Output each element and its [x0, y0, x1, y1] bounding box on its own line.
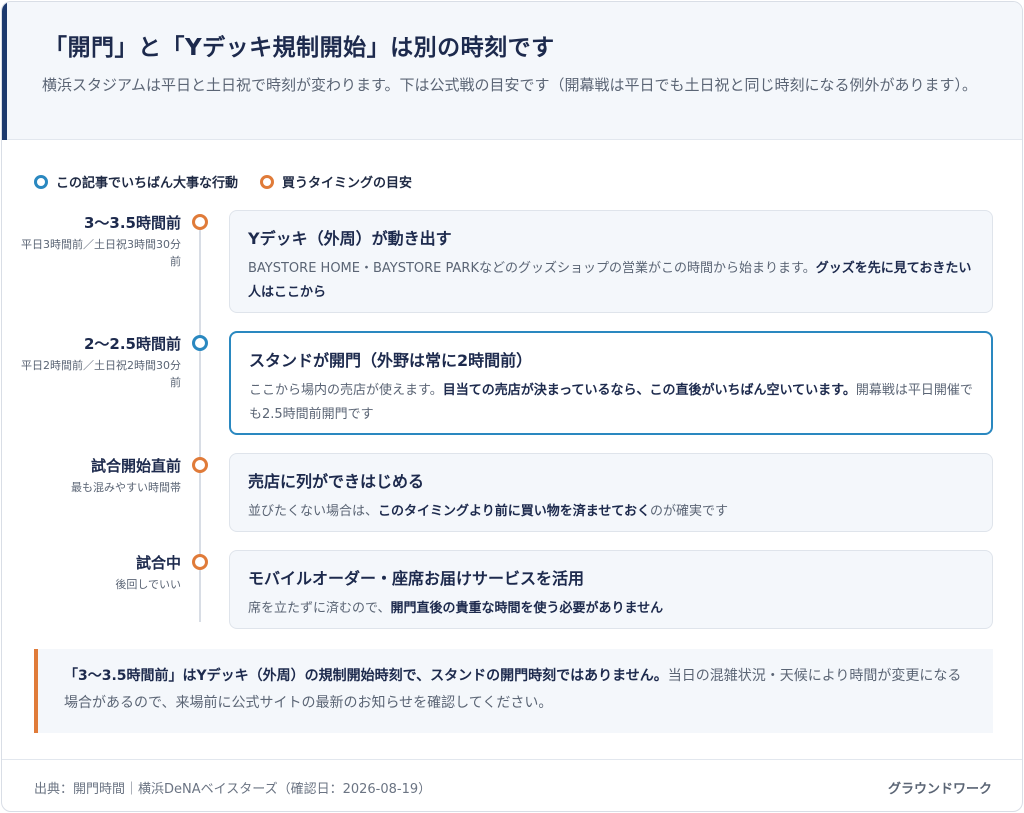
note-bold: 「3〜3.5時間前」はYデッキ（外周）の規制開始時刻で、スタンドの開門時刻ではあ… — [64, 668, 668, 684]
box-text: 席を立たずに済むので、開門直後の貴重な時間を使う必要がありません — [248, 597, 974, 621]
box-text-bold: 開門直後の貴重な時間を使う必要がありません — [390, 601, 664, 616]
time-sub: 平日2時間前／土日祝2時間30分前 — [21, 359, 181, 389]
time-label: 試合中 後回しでいい — [21, 552, 181, 593]
time-main: 3〜3.5時間前 — [83, 214, 181, 232]
box-text-bold: このタイミングより前に買い物を済ませておく — [378, 504, 650, 519]
time-sub: 後回しでいい — [115, 578, 181, 591]
time-main: 試合中 — [135, 554, 181, 572]
legend-label: この記事でいちばん大事な行動 — [56, 176, 239, 191]
legend: この記事でいちばん大事な行動 買うタイミングの目安 — [34, 172, 412, 191]
box-title: スタンドが開門（外野は常に2時間前） — [249, 351, 533, 370]
box-text: 並びたくない場合は、このタイミングより前に買い物を済ませておくのが確実です — [248, 500, 974, 524]
blue-circle-icon — [34, 174, 48, 189]
timeline-box: Yデッキ（外周）が動き出す BAYSTORE HOME・BAYSTORE PAR… — [229, 210, 993, 313]
page-subtitle: 横浜スタジアムは平日と土日祝で時刻が変わります。下は公式戦の目安です（開幕戦は平… — [42, 76, 977, 94]
time-sub: 平日3時間前／土日祝3時間30分前 — [21, 238, 181, 268]
box-text-bold: 目当ての売店が決まっているなら、この直後がいちばん空いています。 — [442, 383, 856, 398]
note-callout: 「3〜3.5時間前」はYデッキ（外周）の規制開始時刻で、スタンドの開門時刻ではあ… — [34, 649, 993, 733]
box-text: ここから場内の売店が使えます。目当ての売店が決まっているなら、この直後がいちばん… — [249, 379, 973, 427]
orange-timeline-node-icon — [192, 457, 208, 473]
box-text: BAYSTORE HOME・BAYSTORE PARKなどのグッズショップの営業… — [248, 257, 974, 305]
blue-timeline-node-icon — [192, 335, 208, 351]
header: 「開門」と「Yデッキ規制開始」は別の時刻です 横浜スタジアムは平日と土日祝で時刻… — [2, 2, 1022, 140]
time-label: 3〜3.5時間前 平日3時間前／土日祝3時間30分前 — [21, 212, 181, 270]
timeline-box-highlight: スタンドが開門（外野は常に2時間前） ここから場内の売店が使えます。目当ての売店… — [229, 331, 993, 435]
article-card: 「開門」と「Yデッキ規制開始」は別の時刻です 横浜スタジアムは平日と土日祝で時刻… — [1, 1, 1023, 812]
orange-timeline-node-icon — [192, 214, 208, 230]
footer: 出典：開門時間｜横浜DeNAベイスターズ（確認日：2026-08-19） グラウ… — [2, 759, 1022, 811]
time-main: 2〜2.5時間前 — [83, 335, 181, 353]
brand-name: グラウンドワーク — [887, 782, 992, 797]
time-sub: 最も混みやすい時間帯 — [71, 481, 181, 494]
time-label: 2〜2.5時間前 平日2時間前／土日祝2時間30分前 — [21, 333, 181, 391]
box-text-plain: 席を立たずに済むので、 — [248, 601, 391, 616]
timeline-box: モバイルオーダー・座席お届けサービスを活用 席を立たずに済むので、開門直後の貴重… — [229, 550, 993, 629]
timeline-box: 売店に列ができはじめる 並びたくない場合は、このタイミングより前に買い物を済ませ… — [229, 453, 993, 532]
box-text-plain: 並びたくない場合は、 — [248, 504, 379, 519]
box-title: Yデッキ（外周）が動き出す — [248, 229, 452, 248]
time-label: 試合開始直前 最も混みやすい時間帯 — [21, 455, 181, 496]
box-text-plain: BAYSTORE HOME・BAYSTORE PARKなどのグッズショップの営業… — [248, 261, 816, 276]
source-citation: 出典：開門時間｜横浜DeNAベイスターズ（確認日：2026-08-19） — [34, 782, 432, 797]
time-main: 試合開始直前 — [90, 457, 181, 475]
box-text-plain: ここから場内の売店が使えます。 — [249, 383, 443, 398]
orange-circle-icon — [260, 174, 275, 189]
orange-timeline-node-icon — [192, 554, 208, 570]
page-title: 「開門」と「Yデッキ規制開始」は別の時刻です — [44, 35, 555, 61]
box-text-after: のが確実です — [649, 504, 728, 519]
box-title: モバイルオーダー・座席お届けサービスを活用 — [248, 569, 585, 588]
box-title: 売店に列ができはじめる — [248, 472, 425, 491]
header-accent-bar — [2, 2, 7, 140]
legend-label: 買うタイミングの目安 — [282, 176, 413, 191]
legend-item-buy-timing: 買うタイミングの目安 — [260, 172, 412, 191]
legend-item-important-action: この記事でいちばん大事な行動 — [34, 172, 238, 191]
